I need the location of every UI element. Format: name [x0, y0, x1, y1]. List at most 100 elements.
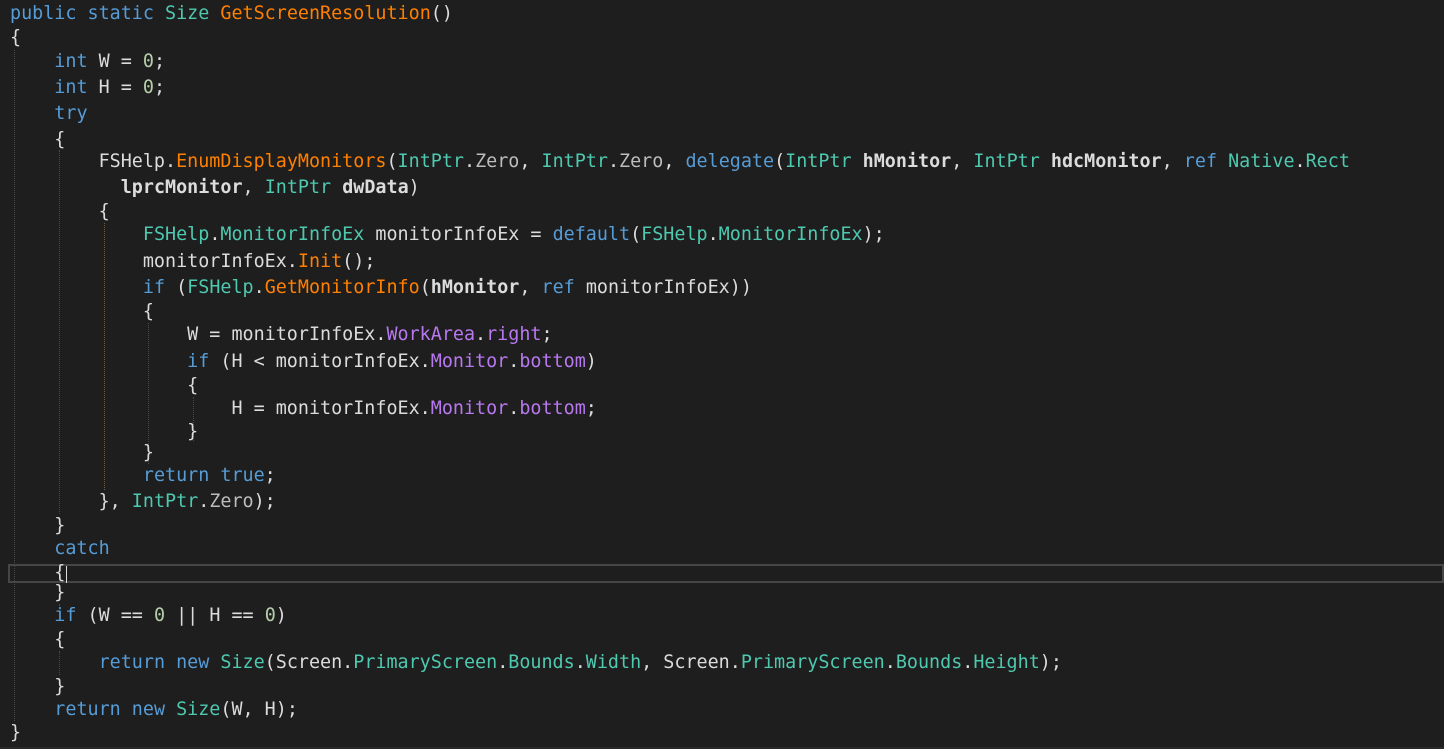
code-line: lprcMonitor, IntPtr dwData)	[10, 176, 420, 200]
code-token: .	[607, 151, 620, 172]
code-token: {	[10, 129, 66, 150]
code-token: )	[408, 177, 420, 198]
code-token: ,	[663, 151, 686, 172]
code-token: (W, H);	[220, 699, 298, 720]
code-token: IntPtr	[264, 177, 343, 198]
code-line: if (FSHelp.GetMonitorInfo(hMonitor, ref …	[10, 276, 752, 300]
code-token: ();	[342, 251, 376, 272]
code-token: {	[10, 27, 22, 48]
code-line: {	[10, 374, 198, 398]
code-line: }, IntPtr.Zero);	[10, 490, 276, 514]
code-token: ;	[541, 324, 553, 345]
code-token: IntPtr	[397, 151, 464, 172]
code-line: }	[10, 675, 65, 699]
code-token: EnumDisplayMonitors	[176, 151, 387, 172]
code-line: int W = 0;	[10, 50, 165, 74]
code-token: try	[54, 103, 88, 124]
code-token: 0	[142, 51, 154, 72]
code-token: {	[10, 301, 154, 322]
code-token: Init	[297, 251, 343, 272]
code-token: Height	[973, 652, 1040, 673]
code-token: ref	[1183, 151, 1229, 172]
code-token: PrimaryScreen	[740, 652, 885, 673]
code-token: GetMonitorInfo	[264, 277, 420, 298]
code-token: Monitor	[430, 351, 509, 372]
code-line: }	[10, 721, 21, 745]
code-token: lprcMonitor	[120, 177, 243, 198]
code-token: )	[585, 351, 597, 372]
code-token: if	[187, 351, 221, 372]
code-token: IntPtr	[785, 151, 863, 172]
code-token: return true	[142, 465, 265, 486]
code-token: Rect	[1305, 151, 1350, 172]
code-token: .	[475, 324, 487, 345]
code-token: monitorInfoEx.	[10, 251, 298, 272]
code-token: bottom	[519, 398, 586, 419]
code-token: ;	[153, 77, 166, 98]
code-line: public static Size GetScreenResolution()	[10, 2, 453, 26]
code-token: (	[176, 277, 188, 298]
code-token: {	[10, 201, 110, 222]
code-token: }	[10, 421, 199, 442]
code-token: {	[10, 375, 199, 396]
code-token: (	[630, 224, 642, 245]
code-token: return new	[54, 699, 177, 720]
code-token: 0	[153, 605, 177, 626]
code-token: .	[707, 224, 719, 245]
code-token: )	[275, 605, 287, 626]
code-token: ;	[153, 51, 166, 72]
code-token: Native	[1228, 151, 1295, 172]
code-token: delegate	[685, 151, 775, 172]
code-token: }	[10, 582, 66, 603]
code-token: );	[862, 224, 885, 245]
code-line: FSHelp.EnumDisplayMonitors(IntPtr.Zero, …	[10, 150, 1350, 174]
code-line: try	[10, 102, 88, 126]
code-token: ,	[1161, 151, 1184, 172]
code-line: return true;	[10, 464, 276, 488]
code-line: if (H < monitorInfoEx.Monitor.bottom)	[10, 350, 597, 374]
code-line: H = monitorInfoEx.Monitor.bottom;	[10, 397, 597, 421]
code-token: .	[463, 151, 476, 172]
code-token: Bounds	[508, 652, 575, 673]
code-token: }	[10, 515, 66, 536]
code-editor[interactable]: public static Size GetScreenResolution()…	[0, 0, 1444, 749]
code-token: FSHelp.	[10, 151, 177, 172]
code-token: hMonitor	[430, 277, 520, 298]
code-token: ,	[519, 151, 542, 172]
code-line: {	[10, 300, 154, 324]
code-line: }	[10, 581, 65, 605]
code-token: 0	[142, 77, 154, 98]
code-token: ,	[519, 277, 542, 298]
code-token: H = monitorInfoEx.	[10, 398, 431, 419]
code-token: default	[552, 224, 631, 245]
code-token: hMonitor	[862, 151, 952, 172]
code-token: ,	[951, 151, 974, 172]
code-token: Zero	[209, 491, 254, 512]
code-token: dwData	[342, 177, 409, 198]
code-token: GetScreenResolution	[220, 3, 431, 24]
code-token: (	[774, 151, 786, 172]
code-token: .	[1294, 151, 1306, 172]
code-token: );	[1039, 652, 1062, 673]
code-line: {	[10, 26, 21, 50]
code-token: ,	[242, 177, 265, 198]
code-token: .	[508, 398, 520, 419]
code-token: FSHelp	[142, 224, 210, 245]
code-line: if (W == 0 || H == 0)	[10, 604, 287, 628]
code-token: .	[253, 277, 265, 298]
code-token: }	[10, 676, 66, 697]
code-token: Size	[165, 3, 221, 24]
code-token: .	[508, 351, 520, 372]
code-token: ;	[585, 398, 597, 419]
code-token: MonitorInfoEx	[220, 224, 376, 245]
code-line: {	[10, 200, 110, 224]
code-token: (W ==	[87, 605, 154, 626]
code-token: ref	[541, 277, 586, 298]
code-token: if	[142, 277, 177, 298]
